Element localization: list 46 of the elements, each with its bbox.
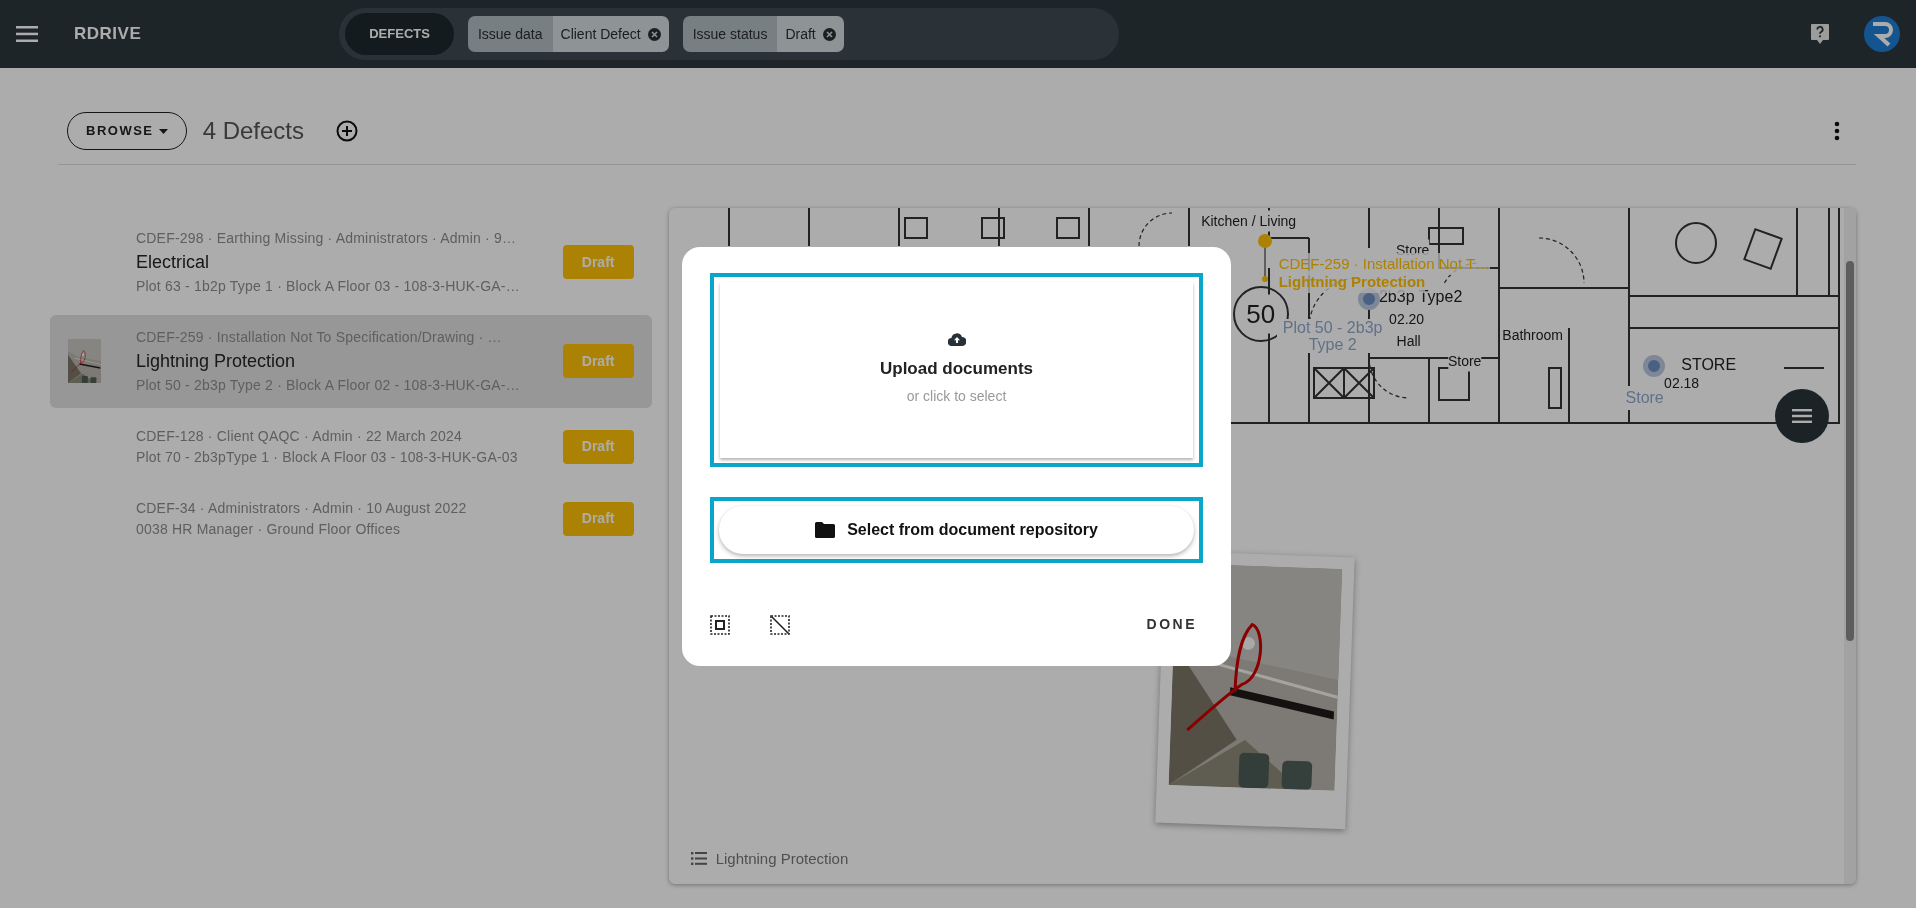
folder-icon (815, 522, 836, 538)
logo[interactable]: RDRIVE (74, 21, 142, 47)
defect-item[interactable]: CDEF-298 · Earthing Missing · Administrators · Admin · 9… Electrical Plot 63 - 1b2p Type 1 · Block A Floor 03 - 108-3-HUK-GA-… Draft (50, 215, 652, 309)
defect-location: Plot 63 - 1b2p Type 1 · Block A Floor 03 - 108-3-HUK-GA-… (136, 276, 521, 296)
filter-value-text: Client Defect (560, 24, 641, 44)
browse-dropdown[interactable]: BROWSE (67, 112, 187, 150)
filter-field: Issue status (682, 16, 778, 52)
list-icon (690, 852, 707, 866)
close-icon[interactable] (822, 27, 836, 41)
defect-location: 0038 HR Manager · Ground Floor Offices (136, 519, 402, 539)
pin-marker[interactable] (1256, 232, 1273, 283)
location-marker[interactable] (1642, 354, 1665, 377)
help-icon[interactable] (1810, 23, 1830, 45)
defect-meta: CDEF-298 · Earthing Missing · Administrators · Admin · 9… (136, 228, 518, 248)
room-label: 50 (1246, 294, 1276, 333)
upload-dropzone[interactable]: Upload documents or click to select (720, 282, 1193, 458)
defect-count: 4 Defects (202, 115, 304, 146)
defect-item[interactable]: CDEF-259 · Installation Not To Specification/Drawing · … Lightning Protection Plot 50 - 2b3p Type 2 · Block A Floor 02 - 108-3-HUK-GA-… Draft (50, 314, 652, 408)
more-icon[interactable] (1834, 120, 1840, 141)
done-button[interactable]: DONE (1140, 613, 1203, 636)
defect-meta: CDEF-34 · Administrators · Admin · 10 August 2022 (136, 498, 468, 518)
add-icon[interactable] (336, 119, 358, 142)
menu-icon[interactable] (16, 26, 38, 42)
scrollbar[interactable] (1844, 207, 1856, 884)
defect-title: Lightning Protection (136, 349, 297, 373)
pin-title: Lightning Protection (1278, 270, 1426, 293)
defect-location: Plot 50 - 2b3p Type 2 · Block A Floor 02 - 108-3-HUK-GA-… (136, 375, 521, 395)
filter-field: Issue data (467, 16, 553, 52)
defect-meta: CDEF-128 · Client QAQC · Admin · 22 March 2024 (136, 426, 463, 446)
avatar[interactable] (1864, 16, 1900, 52)
upload-cloud-icon (947, 333, 966, 347)
repository-button[interactable]: Select from document repository (719, 506, 1194, 554)
caption: Lightning Protection (715, 848, 849, 869)
filter-chip[interactable]: Issue status Draft (682, 16, 844, 52)
select-all-icon[interactable] (710, 614, 730, 635)
location-label: Store (1625, 385, 1664, 410)
scope-tab[interactable]: DEFECTS (345, 13, 454, 55)
filter-value-text: Draft (785, 24, 816, 44)
defect-meta: CDEF-259 · Installation Not To Specification/Drawing · … (136, 327, 503, 347)
deselect-icon[interactable] (770, 614, 790, 635)
close-icon[interactable] (647, 27, 661, 41)
room-label: Kitchen / Living (1201, 210, 1297, 231)
defect-location: Plot 70 - 2b3pType 1 · Block A Floor 03 - 108-3-HUK-GA-03 (136, 447, 519, 467)
menu-icon (1791, 408, 1812, 423)
defect-title: Electrical (136, 250, 211, 274)
caret-icon (158, 129, 168, 135)
